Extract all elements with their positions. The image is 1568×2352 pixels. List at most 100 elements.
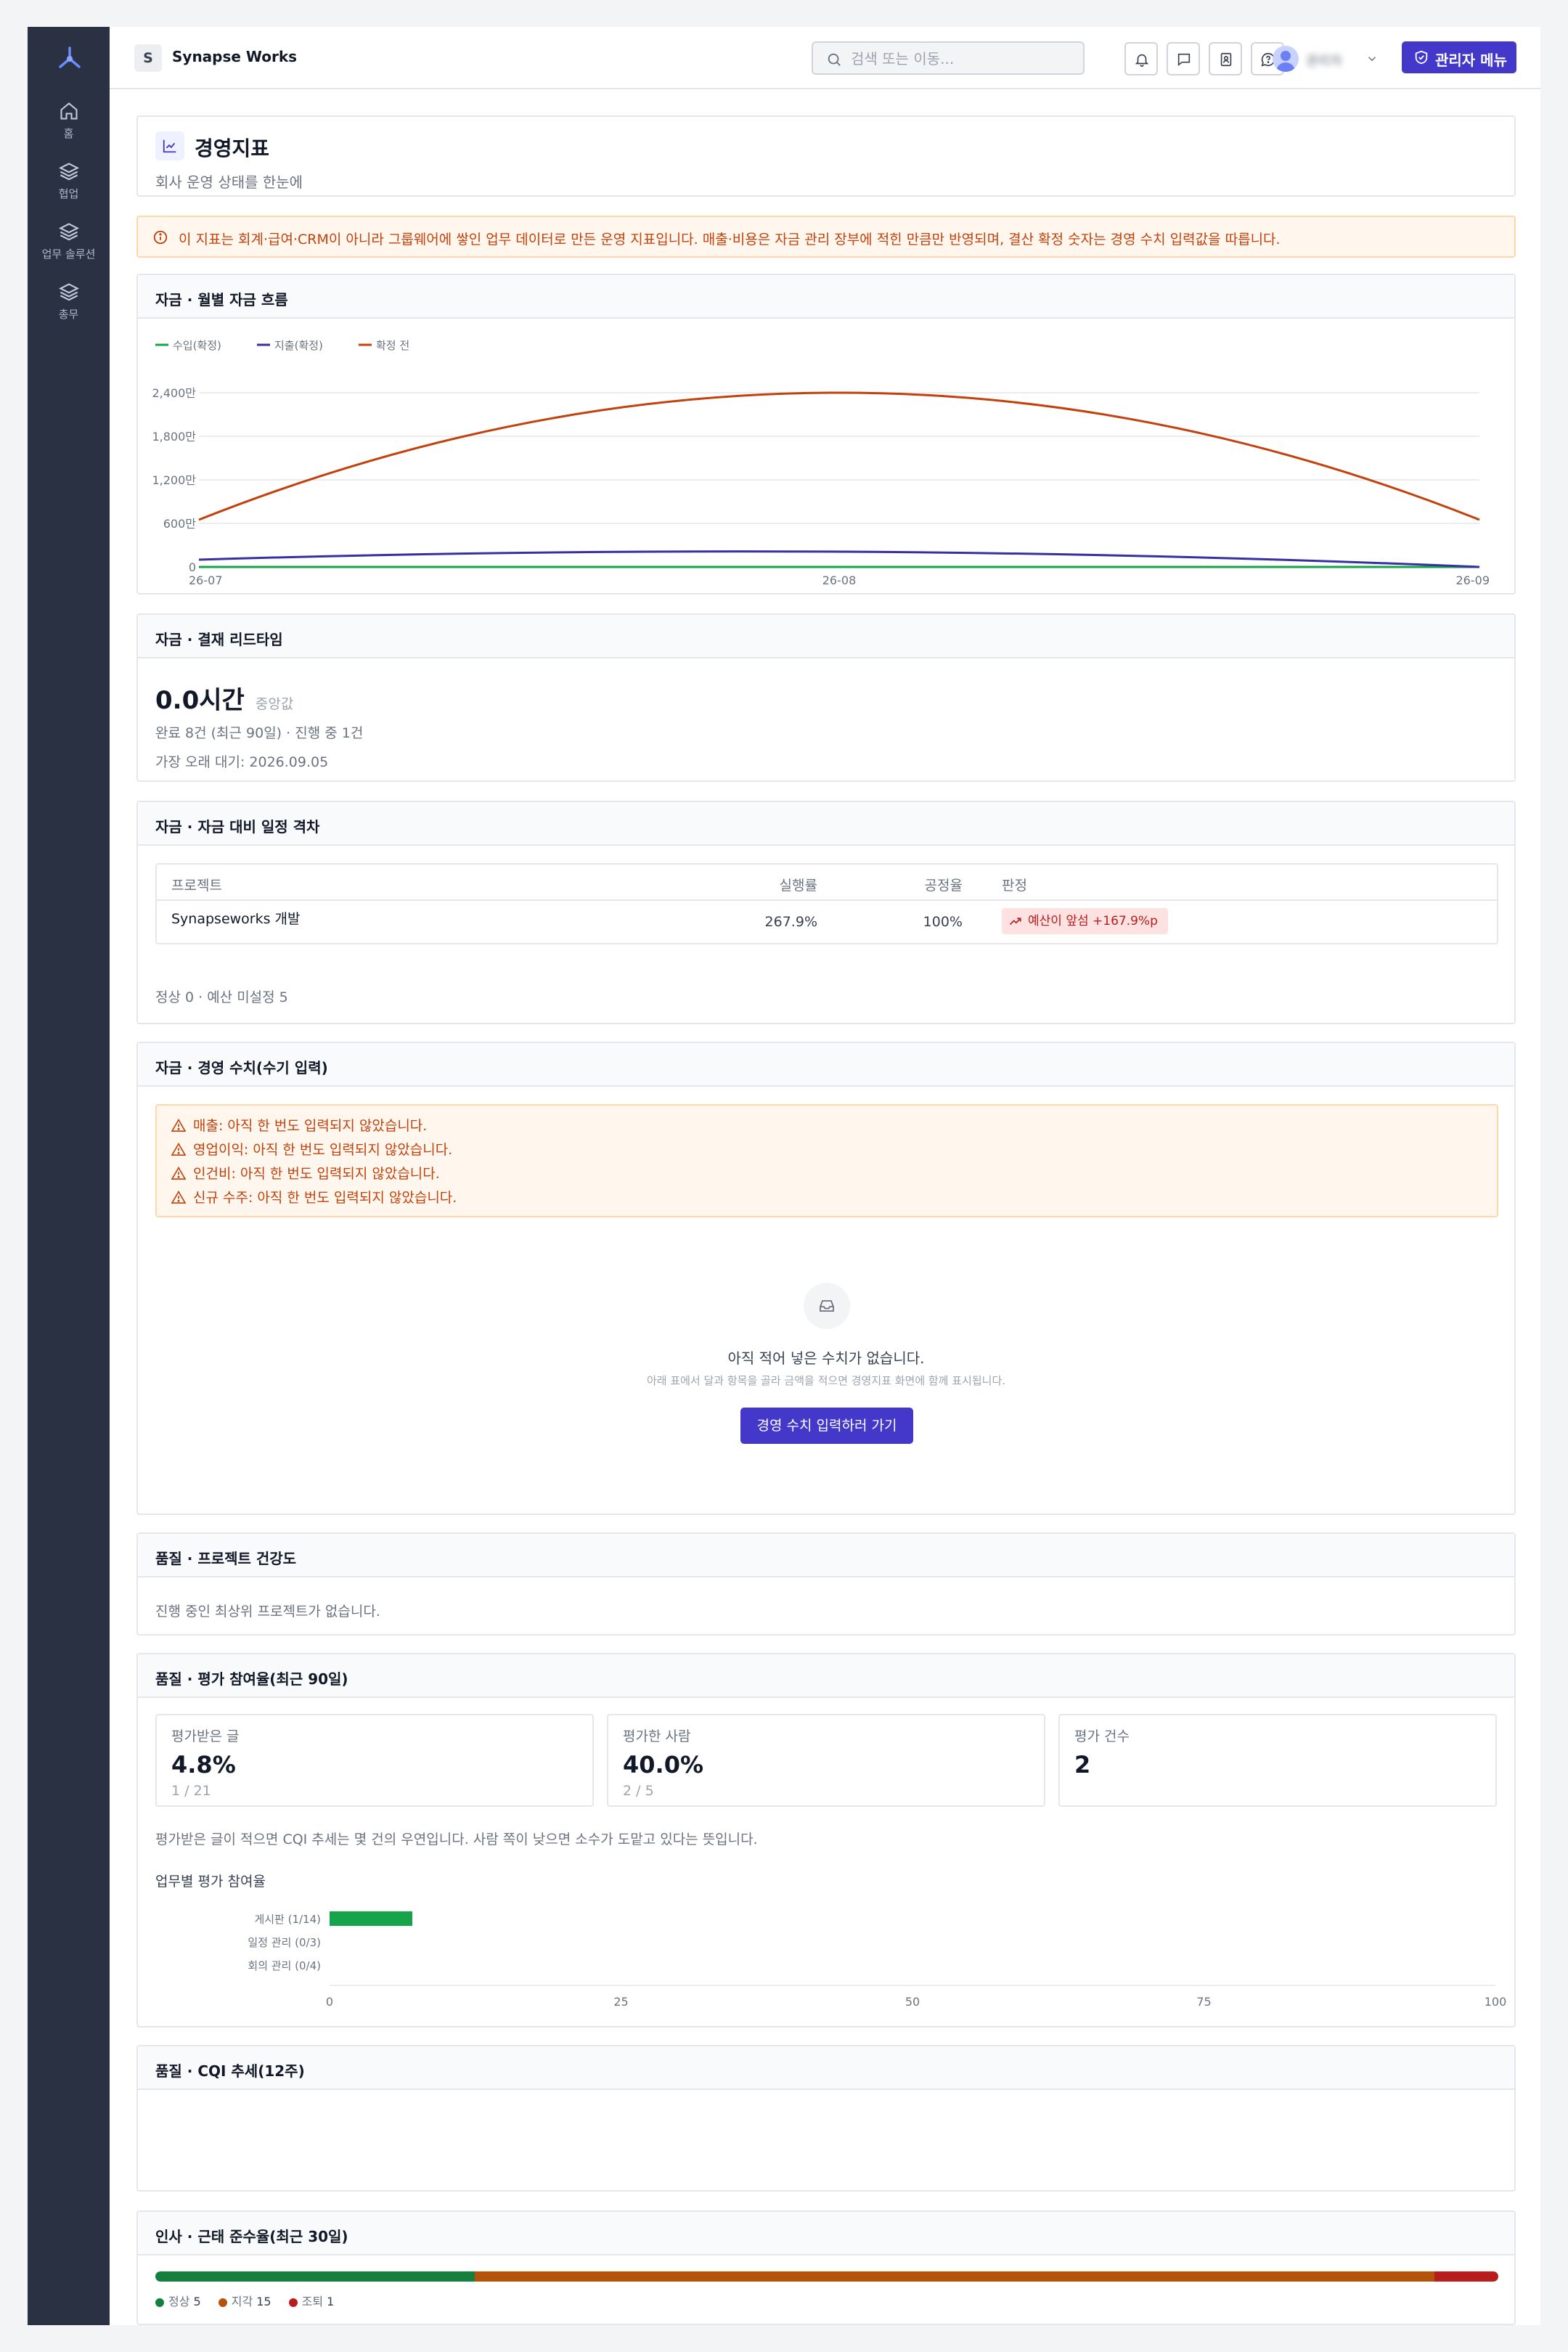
metric-sub: 2 / 5 — [623, 1783, 654, 1799]
card-title: 품질 · 평가 참여율(최근 90일) — [138, 1654, 1514, 1698]
sidebar-item-collaboration[interactable]: 협업 — [28, 161, 110, 201]
layers-icon — [58, 283, 79, 301]
search-box[interactable] — [812, 41, 1085, 75]
empty-state-title: 아직 적어 넣은 수치가 없습니다. — [727, 1349, 925, 1367]
trending-up-icon — [1009, 918, 1021, 926]
leadtime-value: 0.0시간 — [155, 686, 245, 715]
attendance-card: 인사 · 근태 준수율(최근 30일) 정상 5 지각 15 조퇴 1 — [136, 2210, 1516, 2325]
budget-gap-card: 자금 · 자금 대비 일정 격차 프로젝트 실행률 공정율 판정 Synapse… — [136, 801, 1516, 1024]
legend-dot — [218, 2298, 227, 2307]
warning-text: 신규 수주: 아직 한 번도 입력되지 않았습니다. — [193, 1190, 457, 1206]
attendance-legend: 정상 5 지각 15 조퇴 1 — [155, 2292, 351, 2309]
participation-card: 품질 · 평가 참여율(최근 90일) 평가받은 글 4.8% 1 / 21 평… — [136, 1653, 1516, 2028]
bar-label: 게시판 (1/14) — [254, 1913, 321, 1926]
legend-label: 지출(확정) — [274, 339, 323, 352]
admin-menu-label: 관리자 메뉴 — [1435, 52, 1507, 69]
sidebar-item-label: 총무 — [58, 308, 79, 321]
gap-footer: 정상 0 · 예산 미설정 5 — [155, 989, 288, 1005]
card-title: 인사 · 근태 준수율(최근 30일) — [138, 2212, 1514, 2255]
search-input[interactable] — [851, 49, 1069, 69]
page-subtitle: 회사 운영 상태를 한눈에 — [155, 173, 303, 191]
home-icon — [60, 102, 78, 120]
legend-count: 15 — [256, 2295, 271, 2308]
avatar — [1273, 46, 1299, 72]
warning-item: 신규 수주: 아직 한 번도 입력되지 않았습니다. — [171, 1186, 457, 1210]
cashflow-card: 자금 · 월별 자금 흐름 수입(확정) 지출(확정) 확정 전 0 600만 1,200… — [136, 274, 1516, 595]
sidebar-item-label: 협업 — [58, 187, 79, 200]
top-bar: S Synapse Works 관리자 관리자 메뉴 — [110, 27, 1540, 89]
card-title: 자금 · 자금 대비 일정 격차 — [138, 802, 1514, 846]
leadtime-oldest: 가장 오래 대기: 2026.09.05 — [155, 754, 329, 770]
legend-item: 지각 15 — [218, 2295, 271, 2308]
missing-figures-warning: 매출: 아직 한 번도 입력되지 않았습니다. 영업이익: 아직 한 번도 입력되… — [155, 1104, 1498, 1217]
bar — [330, 1911, 413, 1926]
participation-note: 평가받은 글이 적으면 CQI 추세는 몇 건의 우연입니다. 사람 쪽이 낮으… — [155, 1832, 758, 1847]
column-header-project: 프로젝트 — [171, 878, 222, 894]
column-header-exec: 실행률 — [779, 878, 817, 894]
empty-state-description: 아래 표에서 달과 항목을 골라 금액을 적으면 경영지표 화면에 함께 표시됩… — [646, 1374, 1006, 1387]
search-icon — [828, 53, 841, 66]
page-header: 경영지표 회사 운영 상태를 한눈에 — [136, 115, 1516, 197]
sidebar-item-label: 업무 솔루션 — [41, 248, 96, 261]
bar-chart-title: 업무별 평가 참여율 — [155, 1874, 266, 1890]
metric-label: 평가 건수 — [1074, 1728, 1130, 1744]
table-row[interactable]: Synapseworks 개발 267.9% 100% 예산이 앞섬 +167.… — [157, 902, 1497, 944]
metric-raters: 평가한 사람 40.0% 2 / 5 — [607, 1714, 1045, 1807]
notifications-button[interactable] — [1124, 42, 1158, 75]
bell-icon — [1135, 54, 1149, 67]
sidebar-item-general-affairs[interactable]: 총무 — [28, 282, 110, 322]
column-header-progress: 공정율 — [924, 878, 963, 894]
y-tick-label: 0 — [189, 560, 196, 574]
progress-rate: 100% — [923, 914, 963, 930]
shield-icon — [1415, 50, 1428, 65]
bar-label: 일정 관리 (0/3) — [248, 1936, 321, 1949]
admin-menu-button[interactable]: 관리자 메뉴 — [1402, 41, 1516, 73]
messages-button[interactable] — [1167, 42, 1200, 75]
page-title: 경영지표 — [195, 136, 270, 160]
legend-label: 정상 — [168, 2295, 194, 2308]
x-tick-label: 26-08 — [822, 573, 857, 587]
warning-item: 영업이익: 아직 한 번도 입력되지 않았습니다. — [171, 1138, 457, 1162]
x-tick-label: 0 — [326, 1995, 333, 2009]
metric-value: 2 — [1074, 1751, 1091, 1779]
x-tick-label: 26-07 — [189, 573, 223, 587]
notice-banner: 이 지표는 회계·급여·CRM이 아니라 그룹웨어에 쌓인 업무 데이터로 만든… — [136, 216, 1516, 258]
warning-text: 매출: 아직 한 번도 입력되지 않았습니다. — [193, 1118, 428, 1134]
enter-figures-button[interactable]: 경영 수치 입력하러 가기 — [740, 1408, 913, 1444]
card-title: 품질 · CQI 추세(12주) — [138, 2046, 1514, 2090]
metric-rating-count: 평가 건수 2 — [1058, 1714, 1497, 1807]
x-tick-label: 25 — [613, 1995, 628, 2009]
app-window: 홈 협업 업무 솔루션 총무 S Synapse Works 검색 또는 이동.… — [28, 27, 1540, 2325]
card-title: 품질 · 프로젝트 건강도 — [138, 1534, 1514, 1577]
chart-line-icon — [155, 131, 184, 160]
sidebar-item-home[interactable]: 홈 — [28, 101, 110, 141]
attendance-stacked-bar — [155, 2271, 1498, 2282]
verdict-text: 예산이 앞섬 +167.9%p — [1028, 914, 1158, 928]
y-tick-label: 2,400만 — [152, 386, 196, 400]
contact-book-icon — [1220, 52, 1232, 67]
x-tick-label: 26-09 — [1456, 573, 1490, 587]
card-title: 자금 · 경영 수치(수기 입력) — [138, 1043, 1514, 1087]
legend-label: 조퇴 — [301, 2295, 327, 2308]
workspace-name[interactable]: Synapse Works — [172, 48, 297, 65]
bar-label: 회의 관리 (0/4) — [248, 1959, 321, 1972]
legend-item: 조퇴 1 — [288, 2295, 334, 2308]
alert-triangle-icon — [171, 1191, 187, 1204]
warning-text: 영업이익: 아직 한 번도 입력되지 않았습니다. — [193, 1142, 453, 1158]
y-tick-label: 1,800만 — [152, 430, 196, 444]
user-menu[interactable]: 관리자 — [1270, 42, 1393, 75]
attendance-segment — [155, 2271, 475, 2282]
verdict-badge: 예산이 앞섬 +167.9%p — [1002, 908, 1168, 934]
attendance-segment — [475, 2271, 1434, 2282]
sidebar-item-work-solution[interactable]: 업무 솔루션 — [28, 221, 110, 261]
exec-rate: 267.9% — [764, 914, 817, 930]
legend-item: 정상 5 — [155, 2295, 201, 2308]
app-logo[interactable] — [55, 44, 84, 73]
workspace-badge[interactable]: S — [134, 44, 162, 72]
leadtime-summary: 완료 8건 (최근 90일) · 진행 중 1건 — [155, 725, 364, 741]
project-health-card: 품질 · 프로젝트 건강도 진행 중인 최상위 프로젝트가 없습니다. — [136, 1532, 1516, 1636]
leadtime-note: 중앙값 — [255, 696, 294, 712]
legend-label: 확정 전 — [376, 339, 409, 352]
series-line — [198, 550, 1480, 568]
contacts-button[interactable] — [1209, 42, 1242, 75]
